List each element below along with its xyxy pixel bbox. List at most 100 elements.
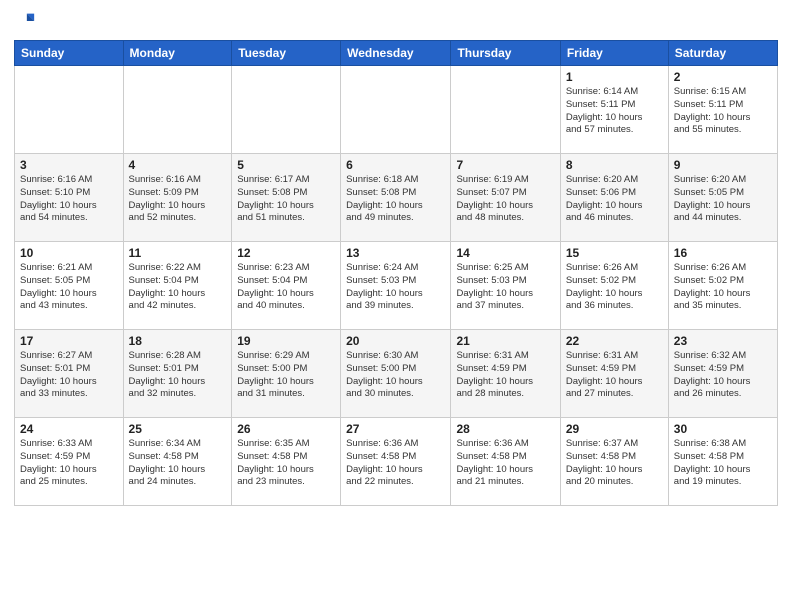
calendar-cell: 2 Sunrise: 6:15 AMSunset: 5:11 PMDaylight… (668, 66, 777, 154)
day-info: Sunrise: 6:21 AMSunset: 5:05 PMDaylight:… (20, 262, 118, 313)
day-number: 27 (346, 422, 445, 436)
day-number: 7 (456, 158, 554, 172)
week-row-2: 3 Sunrise: 6:16 AMSunset: 5:10 PMDaylight… (15, 154, 778, 242)
calendar-cell: 14 Sunrise: 6:25 AMSunset: 5:03 PMDayligh… (451, 242, 560, 330)
day-info: Sunrise: 6:19 AMSunset: 5:07 PMDaylight:… (456, 174, 554, 225)
day-info: Sunrise: 6:26 AMSunset: 5:02 PMDaylight:… (566, 262, 663, 313)
day-number: 25 (129, 422, 227, 436)
calendar-table: SundayMondayTuesdayWednesdayThursdayFrid… (14, 40, 778, 506)
day-number: 18 (129, 334, 227, 348)
calendar-cell: 26 Sunrise: 6:35 AMSunset: 4:58 PMDayligh… (232, 418, 341, 506)
day-number: 2 (674, 70, 772, 84)
calendar-cell: 17 Sunrise: 6:27 AMSunset: 5:01 PMDayligh… (15, 330, 124, 418)
day-number: 10 (20, 246, 118, 260)
day-number: 26 (237, 422, 335, 436)
weekday-header-sunday: Sunday (15, 41, 124, 66)
calendar-cell: 30 Sunrise: 6:38 AMSunset: 4:58 PMDayligh… (668, 418, 777, 506)
calendar-cell: 21 Sunrise: 6:31 AMSunset: 4:59 PMDayligh… (451, 330, 560, 418)
day-number: 5 (237, 158, 335, 172)
day-info: Sunrise: 6:36 AMSunset: 4:58 PMDaylight:… (346, 438, 445, 489)
day-number: 24 (20, 422, 118, 436)
calendar-cell: 18 Sunrise: 6:28 AMSunset: 5:01 PMDayligh… (123, 330, 232, 418)
day-info: Sunrise: 6:38 AMSunset: 4:58 PMDaylight:… (674, 438, 772, 489)
calendar-cell: 12 Sunrise: 6:23 AMSunset: 5:04 PMDayligh… (232, 242, 341, 330)
day-info: Sunrise: 6:31 AMSunset: 4:59 PMDaylight:… (566, 350, 663, 401)
day-number: 20 (346, 334, 445, 348)
calendar-cell: 9Sunrise: 6:20 AMSunset: 5:05 PMDaylight… (668, 154, 777, 242)
day-number: 3 (20, 158, 118, 172)
weekday-header-monday: Monday (123, 41, 232, 66)
calendar-cell: 28 Sunrise: 6:36 AMSunset: 4:58 PMDayligh… (451, 418, 560, 506)
day-number: 13 (346, 246, 445, 260)
weekday-header-thursday: Thursday (451, 41, 560, 66)
day-number: 4 (129, 158, 227, 172)
day-info: Sunrise: 6:20 AMSunset: 5:06 PMDaylight:… (566, 174, 663, 225)
day-info: Sunrise: 6:28 AMSunset: 5:01 PMDaylight:… (129, 350, 227, 401)
logo-icon (14, 10, 36, 32)
day-info: Sunrise: 6:31 AMSunset: 4:59 PMDaylight:… (456, 350, 554, 401)
day-number: 21 (456, 334, 554, 348)
calendar-cell: 20Sunrise: 6:30 AMSunset: 5:00 PMDayligh… (341, 330, 451, 418)
calendar-cell (232, 66, 341, 154)
day-number: 6 (346, 158, 445, 172)
day-info: Sunrise: 6:32 AMSunset: 4:59 PMDaylight:… (674, 350, 772, 401)
calendar-cell: 24 Sunrise: 6:33 AMSunset: 4:59 PMDayligh… (15, 418, 124, 506)
logo (14, 10, 38, 32)
calendar-cell: 25 Sunrise: 6:34 AMSunset: 4:58 PMDayligh… (123, 418, 232, 506)
day-number: 30 (674, 422, 772, 436)
calendar-cell: 16Sunrise: 6:26 AMSunset: 5:02 PMDayligh… (668, 242, 777, 330)
weekday-header-wednesday: Wednesday (341, 41, 451, 66)
calendar-cell: 8Sunrise: 6:20 AMSunset: 5:06 PMDaylight… (560, 154, 668, 242)
day-info: Sunrise: 6:16 AMSunset: 5:10 PMDaylight:… (20, 174, 118, 225)
day-number: 15 (566, 246, 663, 260)
week-row-1: 1 Sunrise: 6:14 AMSunset: 5:11 PMDaylight… (15, 66, 778, 154)
day-info: Sunrise: 6:33 AMSunset: 4:59 PMDaylight:… (20, 438, 118, 489)
day-info: Sunrise: 6:37 AMSunset: 4:58 PMDaylight:… (566, 438, 663, 489)
day-number: 16 (674, 246, 772, 260)
calendar-cell: 6 Sunrise: 6:18 AMSunset: 5:08 PMDaylight… (341, 154, 451, 242)
day-info: Sunrise: 6:35 AMSunset: 4:58 PMDaylight:… (237, 438, 335, 489)
day-info: Sunrise: 6:15 AMSunset: 5:11 PMDaylight:… (674, 86, 772, 137)
day-info: Sunrise: 6:34 AMSunset: 4:58 PMDaylight:… (129, 438, 227, 489)
header (14, 10, 778, 32)
calendar-cell: 13 Sunrise: 6:24 AMSunset: 5:03 PMDayligh… (341, 242, 451, 330)
day-info: Sunrise: 6:25 AMSunset: 5:03 PMDaylight:… (456, 262, 554, 313)
day-info: Sunrise: 6:27 AMSunset: 5:01 PMDaylight:… (20, 350, 118, 401)
calendar-cell: 10 Sunrise: 6:21 AMSunset: 5:05 PMDayligh… (15, 242, 124, 330)
calendar-cell: 7 Sunrise: 6:19 AMSunset: 5:07 PMDaylight… (451, 154, 560, 242)
day-info: Sunrise: 6:29 AMSunset: 5:00 PMDaylight:… (237, 350, 335, 401)
calendar-cell: 19 Sunrise: 6:29 AMSunset: 5:00 PMDayligh… (232, 330, 341, 418)
calendar-cell: 22 Sunrise: 6:31 AMSunset: 4:59 PMDayligh… (560, 330, 668, 418)
week-row-3: 10 Sunrise: 6:21 AMSunset: 5:05 PMDayligh… (15, 242, 778, 330)
weekday-header-row: SundayMondayTuesdayWednesdayThursdayFrid… (15, 41, 778, 66)
day-number: 29 (566, 422, 663, 436)
calendar-cell: 11Sunrise: 6:22 AMSunset: 5:04 PMDayligh… (123, 242, 232, 330)
day-info: Sunrise: 6:36 AMSunset: 4:58 PMDaylight:… (456, 438, 554, 489)
day-number: 19 (237, 334, 335, 348)
day-info: Sunrise: 6:24 AMSunset: 5:03 PMDaylight:… (346, 262, 445, 313)
day-number: 17 (20, 334, 118, 348)
calendar-cell: 3 Sunrise: 6:16 AMSunset: 5:10 PMDaylight… (15, 154, 124, 242)
weekday-header-tuesday: Tuesday (232, 41, 341, 66)
calendar-cell: 4 Sunrise: 6:16 AMSunset: 5:09 PMDaylight… (123, 154, 232, 242)
day-number: 11 (129, 246, 227, 260)
calendar-cell: 29 Sunrise: 6:37 AMSunset: 4:58 PMDayligh… (560, 418, 668, 506)
day-number: 1 (566, 70, 663, 84)
day-number: 12 (237, 246, 335, 260)
calendar-cell: 15 Sunrise: 6:26 AMSunset: 5:02 PMDayligh… (560, 242, 668, 330)
day-number: 14 (456, 246, 554, 260)
calendar-cell (451, 66, 560, 154)
week-row-5: 24 Sunrise: 6:33 AMSunset: 4:59 PMDayligh… (15, 418, 778, 506)
day-number: 28 (456, 422, 554, 436)
calendar-cell (341, 66, 451, 154)
page: SundayMondayTuesdayWednesdayThursdayFrid… (0, 0, 792, 612)
day-number: 22 (566, 334, 663, 348)
day-info: Sunrise: 6:20 AMSunset: 5:05 PMDaylight:… (674, 174, 772, 225)
calendar-cell (15, 66, 124, 154)
day-info: Sunrise: 6:14 AMSunset: 5:11 PMDaylight:… (566, 86, 663, 137)
day-info: Sunrise: 6:18 AMSunset: 5:08 PMDaylight:… (346, 174, 445, 225)
day-info: Sunrise: 6:23 AMSunset: 5:04 PMDaylight:… (237, 262, 335, 313)
weekday-header-saturday: Saturday (668, 41, 777, 66)
day-info: Sunrise: 6:16 AMSunset: 5:09 PMDaylight:… (129, 174, 227, 225)
calendar-cell: 23Sunrise: 6:32 AMSunset: 4:59 PMDayligh… (668, 330, 777, 418)
